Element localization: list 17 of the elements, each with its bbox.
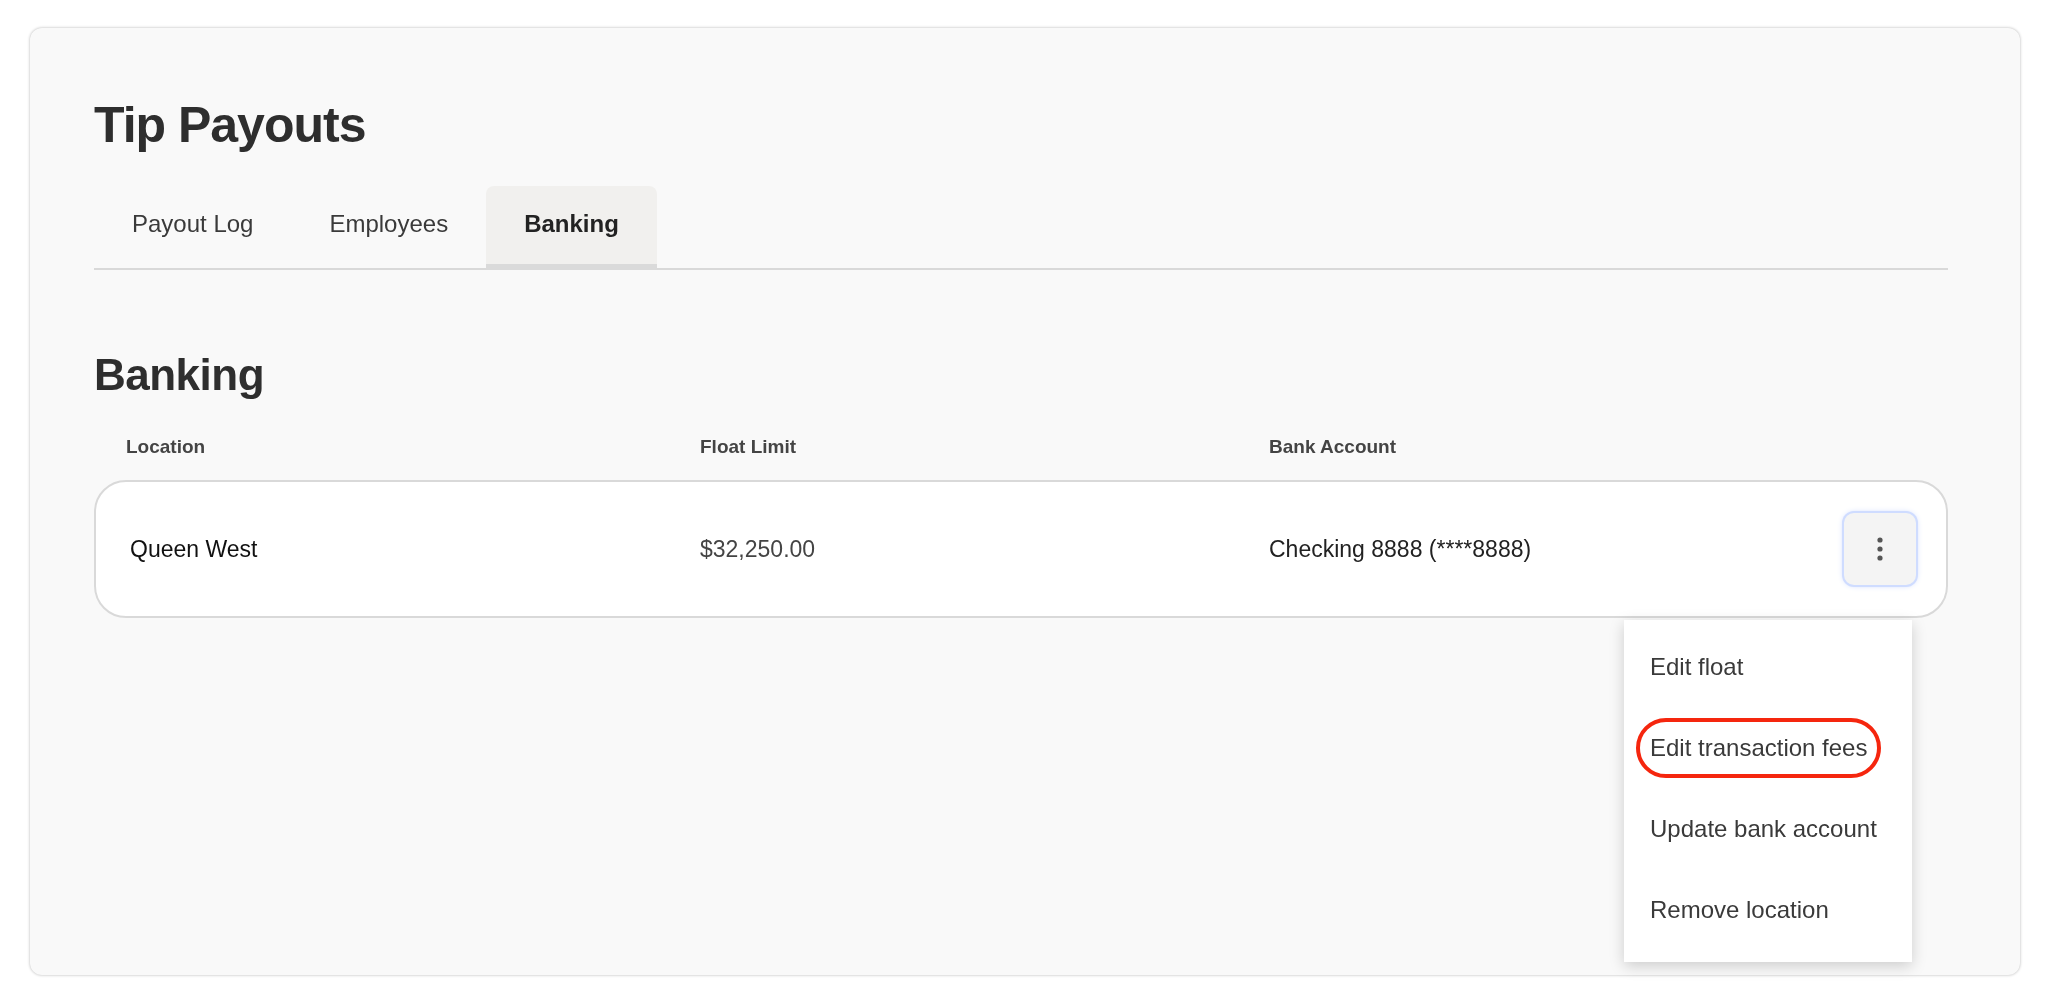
tab[interactable]: Employees bbox=[291, 186, 487, 270]
tab[interactable]: Banking bbox=[486, 186, 657, 270]
page-title: Tip Payouts bbox=[94, 96, 367, 154]
section-title: Banking bbox=[94, 350, 266, 400]
menu-item[interactable]: Remove location bbox=[1636, 879, 1843, 940]
column-header: Float Limit bbox=[700, 436, 798, 458]
table-cell-text: Checking 8888 (****8888) bbox=[1269, 535, 1533, 563]
menu-item[interactable]: Update bank account bbox=[1636, 798, 1891, 859]
more-icon bbox=[1877, 537, 1883, 561]
more-button[interactable] bbox=[1844, 513, 1916, 585]
column-header: Bank Account bbox=[1269, 436, 1398, 458]
table-cell-text: $32,250.00 bbox=[700, 535, 817, 563]
column-header: Location bbox=[126, 436, 207, 458]
menu-item[interactable]: Edit float bbox=[1636, 636, 1758, 697]
tab[interactable]: Payout Log bbox=[94, 186, 292, 270]
menu-item[interactable]: Edit transaction fees bbox=[1636, 717, 1882, 778]
table-cell-text: Queen West bbox=[130, 535, 259, 563]
